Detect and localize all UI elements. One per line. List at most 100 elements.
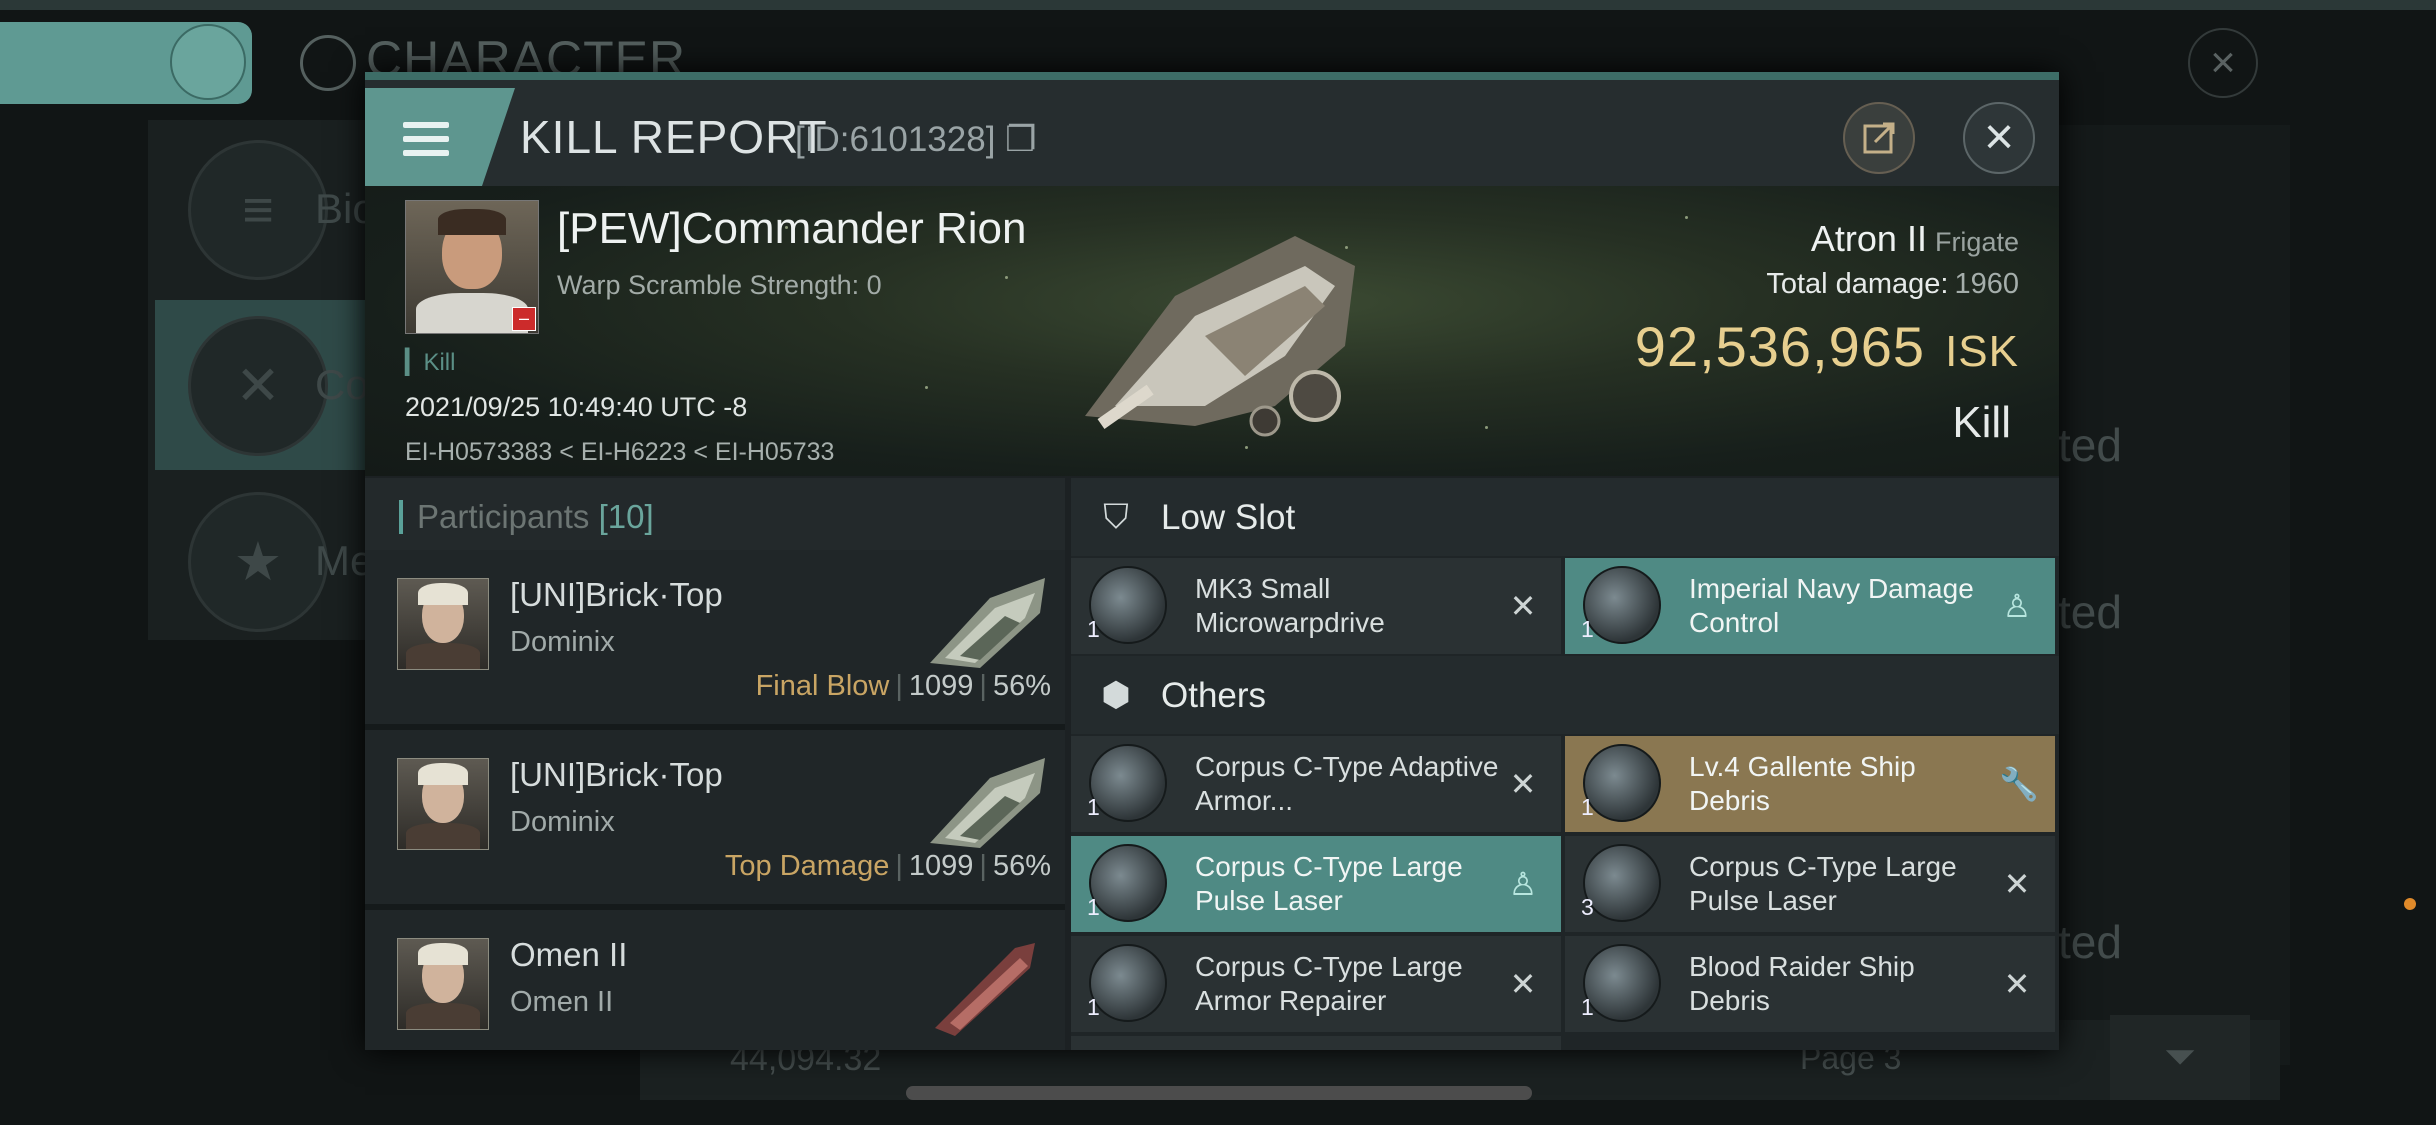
participant-ship: Dominix <box>510 626 615 658</box>
kill-datetime: 2021/09/25 10:49:40 UTC -8 <box>405 392 748 422</box>
fitting-panel: ⛉ Low Slot 1 MK3 Small Microwarpdrive ✕ … <box>1071 478 2059 1050</box>
crossed-swords-icon[interactable]: ✕ <box>188 316 328 456</box>
filter-icon[interactable]: ⏷ <box>2110 1015 2250 1100</box>
kill-location-route: EI-H0573383 < EI-H6223 < EI-H05733 <box>405 438 835 466</box>
share-button[interactable] <box>1843 102 1915 174</box>
dialog-menu-button[interactable] <box>365 88 515 186</box>
microwarpdrive-icon <box>1089 566 1167 644</box>
sidebar-item-combat[interactable]: Co <box>315 361 369 409</box>
wrench-icon: 🔧 <box>1999 766 2039 802</box>
item-quantity: 1 <box>1087 994 1100 1020</box>
participant-ship-image <box>930 758 1045 848</box>
victim-ship-name[interactable]: Atron II Frigate <box>1811 218 2019 260</box>
armor-repairer-icon <box>1089 944 1167 1022</box>
report-result: Kill <box>1952 398 2011 447</box>
participant-ship: Omen II <box>510 986 614 1018</box>
item-quantity: 1 <box>1087 794 1100 820</box>
destroyed-icon: ✕ <box>2003 866 2031 902</box>
dropped-person-icon: ♙ <box>1508 866 1538 902</box>
destroyed-icon: ✕ <box>1509 766 1537 802</box>
copy-icon[interactable]: ❐ <box>1005 120 1036 159</box>
module-item[interactable]: 1 MK3 Small Microwarpdrive ✕ <box>1071 558 1561 654</box>
background-menu-button[interactable] <box>0 22 252 104</box>
ship-debris-icon <box>1583 744 1661 822</box>
hamburger-icon <box>403 122 449 156</box>
notification-dot <box>2404 898 2416 910</box>
participant-name: [UNI]Brick·Top <box>510 576 723 613</box>
destroyed-icon: ✕ <box>1509 966 1537 1002</box>
item-name: Blood Raider Ship Debris <box>1689 951 1915 1016</box>
module-item[interactable]: 1 Corpus C-Type Large Pulse Laser ♙ <box>1071 836 1561 932</box>
participants-count: [10] <box>598 498 654 535</box>
participant-row[interactable]: Omen II Omen II <box>365 910 1065 1050</box>
close-icon: × <box>1983 108 2015 166</box>
module-item[interactable]: 1 Imperial Navy Damage Control ♙ <box>1565 558 2055 654</box>
empty-cell <box>1565 1036 2055 1050</box>
item-name: Lv.4 Gallente Ship Debris <box>1689 751 1916 816</box>
module-item[interactable]: 3 Corpus C-Type Large Pulse Laser ✕ <box>1565 836 2055 932</box>
destroyed-icon: ✕ <box>1509 588 1537 624</box>
dialog-title: KILL REPORT <box>520 111 828 163</box>
module-item[interactable]: 1 Corpus C-Type Large Armor Repairer ✕ <box>1071 936 1561 1032</box>
dialog-top-accent <box>365 72 2059 80</box>
item-quantity: 1 <box>1581 794 1594 820</box>
victim-name[interactable]: [PEW]Commander Rion <box>557 204 1026 254</box>
module-item[interactable]: 1 Lv.4 Gallente Ship Debris 🔧 <box>1565 736 2055 832</box>
total-damage: Total damage: 1960 <box>1766 268 2019 300</box>
pulse-laser-icon <box>1089 844 1167 922</box>
dropped-person-icon: ♙ <box>2002 588 2032 624</box>
damage-control-icon <box>1583 566 1661 644</box>
close-button[interactable]: × <box>1963 102 2035 174</box>
participant-ship: Dominix <box>510 806 615 838</box>
shield-icon: ⛉ <box>1103 498 1129 536</box>
security-status-badge: – <box>512 307 536 331</box>
ship-debris-icon <box>1583 944 1661 1022</box>
module-item-partial[interactable] <box>1071 1036 1561 1050</box>
participant-name: Omen II <box>510 936 628 973</box>
item-quantity: 1 <box>1581 616 1594 642</box>
menu-icon[interactable]: ≡ <box>188 140 328 280</box>
report-id[interactable]: [ID:6101328] ❐ <box>795 120 1037 160</box>
background-list-text: ted <box>2058 586 2122 638</box>
participant-row[interactable]: [UNI]Brick·Top Dominix Final Blow | 1099 | 5… <box>365 550 1065 730</box>
background-close-icon[interactable]: × <box>2188 28 2258 98</box>
pulse-laser-icon <box>1583 844 1661 922</box>
vitruvian-icon <box>300 34 356 91</box>
participant-ship-image <box>930 578 1045 668</box>
destroyed-icon: ✕ <box>2003 966 2031 1002</box>
cube-icon: ⬢ <box>1101 676 1131 714</box>
participant-avatar[interactable] <box>397 938 489 1030</box>
kill-tag: ▎Kill <box>405 349 456 376</box>
victim-banner: – [PEW]Commander Rion Warp Scramble Stre… <box>365 186 2059 476</box>
victim-avatar[interactable]: – <box>405 200 539 334</box>
participant-name: [UNI]Brick·Top <box>510 756 723 793</box>
participants-header: Participants [10] <box>365 478 1065 550</box>
background-list-text: ted <box>2058 419 2122 471</box>
participant-avatar[interactable] <box>397 758 489 850</box>
item-quantity: 3 <box>1581 894 1594 920</box>
item-name: Corpus C-Type Large Pulse Laser <box>1689 851 1957 916</box>
others-header: ⬢ Others <box>1071 656 2059 734</box>
participant-row[interactable]: [UNI]Brick·Top Dominix Top Damage | 1099 | 5… <box>365 730 1065 910</box>
victim-ship-image <box>1085 236 1355 437</box>
participant-ship-image <box>935 943 1035 1036</box>
dialog-header: KILL REPORT [ID:6101328] ❐ × <box>365 80 2059 186</box>
participant-avatar[interactable] <box>397 578 489 670</box>
module-item[interactable]: 1 Corpus C-Type Adaptive Armor... ✕ <box>1071 736 1561 832</box>
item-name: Corpus C-Type Large Armor Repairer <box>1195 951 1463 1016</box>
star-badge-icon[interactable]: ★ <box>188 492 328 632</box>
isk-value: 92,536,965 ISK <box>1634 315 2019 378</box>
participant-stats: Final Blow | 1099 | 56% <box>755 670 1051 702</box>
status-strip <box>0 0 2436 10</box>
item-quantity: 1 <box>1087 616 1100 642</box>
share-icon <box>1863 122 1895 154</box>
item-quantity: 1 <box>1087 894 1100 920</box>
armor-hardener-icon <box>1089 744 1167 822</box>
item-name: MK3 Small Microwarpdrive <box>1195 573 1385 638</box>
kill-report-dialog: KILL REPORT [ID:6101328] ❐ × – [PEW]Comm… <box>365 72 2059 1050</box>
low-slot-header: ⛉ Low Slot <box>1071 478 2059 556</box>
warp-scramble-strength: Warp Scramble Strength: 0 <box>557 270 882 300</box>
module-item[interactable]: 1 Blood Raider Ship Debris ✕ <box>1565 936 2055 1032</box>
participant-stats: Top Damage | 1099 | 56% <box>724 850 1051 882</box>
item-quantity: 1 <box>1581 994 1594 1020</box>
